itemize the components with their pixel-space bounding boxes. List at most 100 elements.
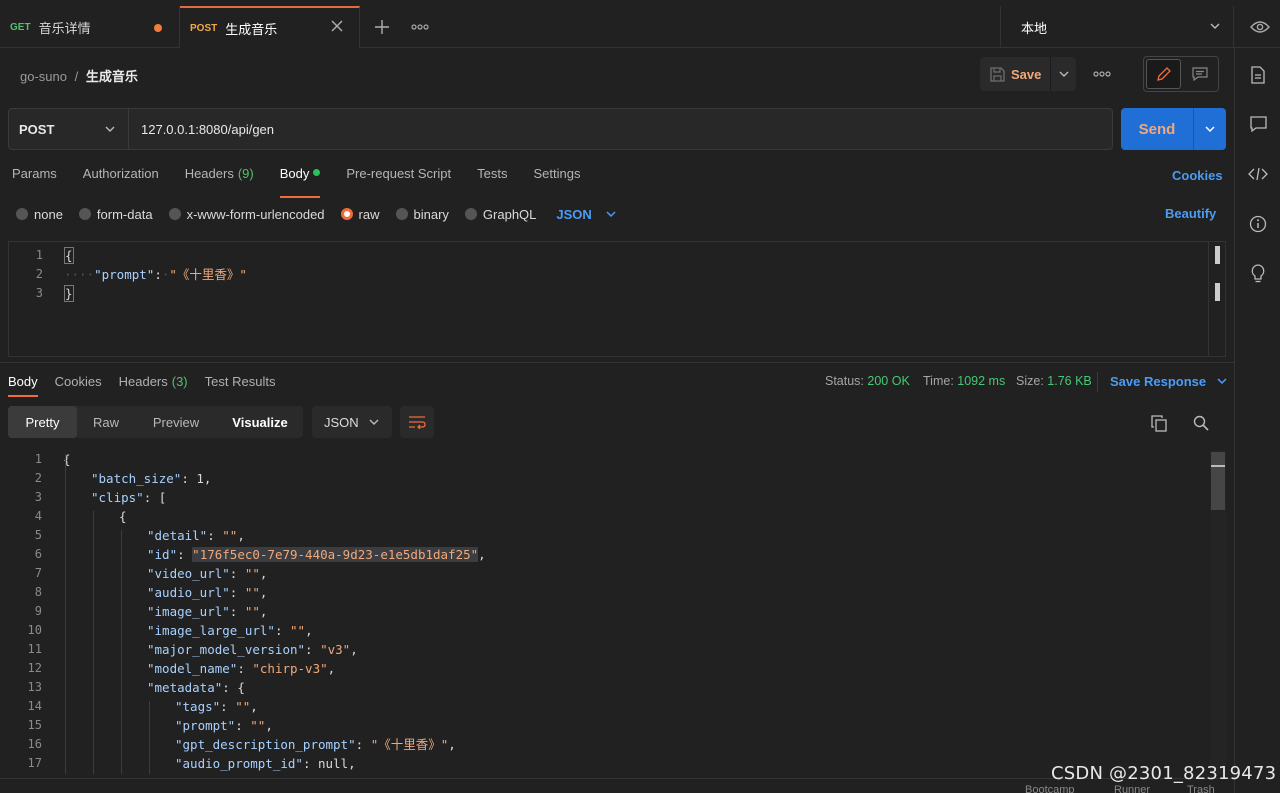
time-value[interactable]: 1092 ms [957,374,1005,388]
radio-graphql[interactable]: GraphQL [464,207,536,222]
json-key: "model_name" [147,661,238,676]
edit-pencil-icon[interactable] [1146,59,1181,89]
cookies-link[interactable]: Cookies [1172,168,1223,183]
tab-settings[interactable]: Settings [533,166,580,188]
tab-pre-request-script[interactable]: Pre-request Script [346,166,451,188]
status-value[interactable]: 200 OK [867,374,909,388]
response-scroll-thumb[interactable] [1211,452,1225,510]
save-button[interactable]: Save [980,57,1050,91]
tab-authorization[interactable]: Authorization [83,166,159,188]
code-punct: , [259,566,268,581]
response-tab-headers[interactable]: Headers (3) [119,374,188,389]
body-format-label: JSON [556,206,592,222]
more-tabs-icon[interactable] [408,15,432,39]
json-key: "video_url" [147,566,230,581]
new-tab-plus-icon[interactable] [370,15,394,39]
indent-guide [121,530,122,774]
lightbulb-icon[interactable] [1235,259,1280,289]
code-punct: , [305,623,313,638]
view-raw[interactable]: Raw [77,406,135,438]
eye-icon[interactable] [1246,15,1274,39]
radio-label: binary [413,206,449,222]
size-value[interactable]: 1.76 KB [1047,374,1091,388]
breadcrumb-collection[interactable]: go-suno [20,69,67,84]
radio-label: raw [358,206,380,222]
code-icon[interactable] [1235,159,1280,189]
copy-icon[interactable] [1148,412,1170,434]
tab-generate-music[interactable]: POST 生成音乐 [180,6,360,48]
line-number: 2 [34,471,42,485]
save-response-button[interactable]: Save Response [1110,374,1228,389]
tab-body[interactable]: Body [279,166,321,198]
footer-trash[interactable]: Trash [1187,784,1215,793]
tab-music-detail[interactable]: GET 音乐详情 [0,6,180,48]
code-line: "model_name": "chirp-v3", [147,661,336,676]
code-punct: { [119,509,127,524]
scroll-mark [1211,465,1225,467]
chevron-down-icon [1209,20,1221,35]
footer-bootcamp[interactable]: Bootcamp [1025,784,1075,793]
pane-divider[interactable] [0,362,1234,363]
code-punct: , [348,756,356,771]
response-tab-test-results[interactable]: Test Results [205,374,276,389]
mode-toggle [1143,56,1219,92]
body-format-select[interactable]: JSON [556,207,617,222]
body-type-radios: none form-data x-www-form-urlencoded raw… [16,205,617,223]
radio-raw[interactable]: raw [340,206,380,222]
tab-headers[interactable]: Headers (9) [185,166,254,188]
environment-select[interactable]: 本地 [1000,6,1234,48]
json-key: "batch_size" [91,471,182,486]
search-icon[interactable] [1190,412,1212,434]
response-body-editor[interactable]: 1 {2 "batch_size": 1, 3 "clips": [4 {5 "detail… [8,448,1226,774]
comment-mode-icon[interactable] [1183,59,1216,89]
response-status: Status: 200 OK [825,374,910,388]
code-line: "audio_prompt_id": null, [175,756,356,771]
line-number: 14 [27,699,42,713]
radio-none[interactable]: none [16,207,63,222]
code-line: "image_url": "", [147,604,268,619]
wrap-lines-icon[interactable] [400,406,434,438]
save-options-chevron-icon[interactable] [1050,57,1076,91]
radio-urlencoded[interactable]: x-www-form-urlencoded [168,207,325,222]
beautify-link[interactable]: Beautify [1165,206,1216,221]
request-body-editor[interactable]: 1 { 2 ····"prompt":·"《十里香》" 3 } [8,241,1226,357]
line-number: 17 [27,756,42,770]
json-string: "v3" [320,642,351,657]
tab-params[interactable]: Params [12,166,57,188]
radio-form-data[interactable]: form-data [78,207,153,222]
json-key: "prompt" [175,718,236,733]
send-button[interactable]: Send [1121,108,1193,150]
comments-icon[interactable] [1235,109,1280,139]
response-tab-cookies[interactable]: Cookies [55,374,102,389]
tab-bar: GET 音乐详情 POST 生成音乐 本地 [0,0,1280,48]
indent-guide [65,454,66,774]
line-number: 11 [27,642,42,656]
code-line: "detail": "", [147,528,245,543]
line-number: 7 [34,566,42,580]
method-select[interactable]: POST [9,109,129,149]
radio-binary[interactable]: binary [395,206,449,222]
footer-runner[interactable]: Runner [1114,784,1150,793]
url-input[interactable] [129,109,1112,149]
response-tab-body[interactable]: Body [8,374,38,397]
json-key: "metadata" [147,680,223,695]
info-icon[interactable] [1235,209,1280,239]
documentation-icon[interactable] [1235,60,1280,90]
line-number: 5 [34,528,42,542]
view-preview[interactable]: Preview [135,406,217,438]
code-line: { [64,246,74,265]
line-number: 16 [27,737,42,751]
view-visualize[interactable]: Visualize [217,406,303,438]
more-options-icon[interactable] [1090,62,1114,86]
view-pretty[interactable]: Pretty [8,406,77,438]
code-punct: , [327,661,336,676]
code-line: "id": "176f5ec0-7e79-440a-9d23-e1e5db1da… [147,547,486,562]
line-number: 4 [34,509,42,523]
send-options-chevron-icon[interactable] [1193,108,1226,150]
close-icon[interactable] [330,17,344,38]
code-punct: [ [158,490,167,505]
tab-tests[interactable]: Tests [477,166,507,188]
response-format-select[interactable]: JSON [312,406,392,438]
line-number: 1 [35,248,43,262]
tab-method: POST [190,22,218,34]
